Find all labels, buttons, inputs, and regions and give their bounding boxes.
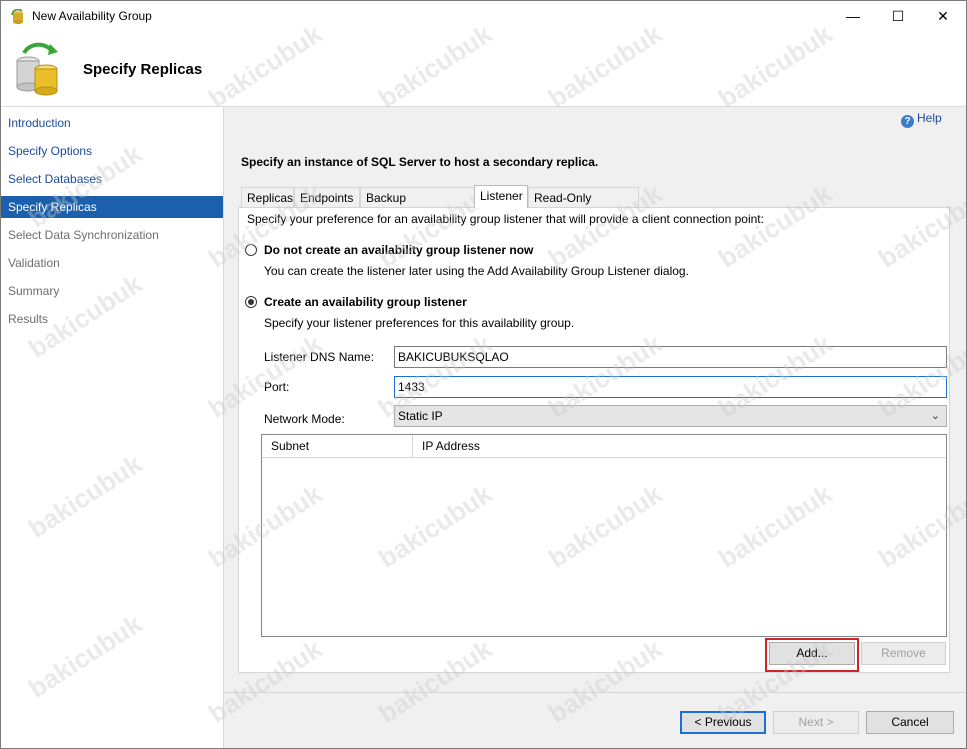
remove-button[interactable]: Remove xyxy=(861,642,946,665)
tab-read-only-routing[interactable]: Read-Only Routing xyxy=(528,187,639,225)
radio-no-listener-hint: You can create the listener later using … xyxy=(264,264,689,278)
column-subnet[interactable]: Subnet xyxy=(262,435,412,457)
listener-description: Specify your preference for an availabil… xyxy=(247,212,764,226)
tab-replicas[interactable]: Replicas xyxy=(241,187,294,207)
cancel-button[interactable]: Cancel xyxy=(866,711,954,734)
grid-header: Subnet IP Address xyxy=(262,435,946,458)
tab-listener[interactable]: Listener xyxy=(474,185,528,208)
dns-name-label: Listener DNS Name: xyxy=(264,350,375,364)
port-input[interactable]: 1433 xyxy=(394,376,947,398)
database-sync-icon xyxy=(16,42,58,96)
next-button[interactable]: Next > xyxy=(773,711,859,734)
radio-create-listener-label[interactable]: Create an availability group listener xyxy=(264,295,467,309)
page-title: Specify Replicas xyxy=(83,61,203,78)
column-ip-address[interactable]: IP Address xyxy=(413,435,713,457)
dns-name-input[interactable]: BAKICUBUKSQLAO xyxy=(394,346,947,368)
chevron-down-icon: ⌄ xyxy=(930,410,940,422)
footer-divider xyxy=(224,692,966,693)
nav-item-introduction[interactable]: Introduction xyxy=(1,112,223,134)
title-bar: New Availability Group — ☐ ✕ xyxy=(1,1,966,31)
radio-no-listener[interactable] xyxy=(245,244,257,256)
help-link[interactable]: ? Help xyxy=(901,111,942,128)
port-label: Port: xyxy=(264,380,290,394)
radio-selected-dot xyxy=(248,299,254,305)
help-label: Help xyxy=(917,111,942,125)
tab-endpoints[interactable]: Endpoints xyxy=(294,187,360,207)
nav-item-summary: Summary xyxy=(8,284,60,298)
nav-item-results: Results xyxy=(8,312,49,326)
network-mode-value: Static IP xyxy=(398,409,443,423)
close-button[interactable]: ✕ xyxy=(920,1,966,31)
radio-create-listener-hint: Specify your listener preferences for th… xyxy=(264,316,575,330)
nav-item-specify-replicas[interactable]: Specify Replicas xyxy=(1,196,223,218)
nav-item-select-data-synchronization: Select Data Synchronization xyxy=(8,228,159,242)
tab-backup-preferences[interactable]: Backup Preferences xyxy=(360,187,475,225)
window-title: New Availability Group xyxy=(32,9,152,23)
minimize-button[interactable]: — xyxy=(830,1,876,31)
nav-item-select-databases[interactable]: Select Databases xyxy=(1,168,223,190)
nav-item-validation: Validation xyxy=(8,256,60,270)
help-icon: ? xyxy=(901,115,914,128)
radio-create-listener[interactable] xyxy=(245,296,257,308)
ip-address-grid[interactable]: Subnet IP Address xyxy=(261,434,947,637)
previous-button[interactable]: < Previous xyxy=(680,711,766,734)
radio-no-listener-label[interactable]: Do not create an availability group list… xyxy=(264,243,533,257)
maximize-button[interactable]: ☐ xyxy=(875,1,921,31)
wizard-header: Specify Replicas xyxy=(1,31,966,106)
add-button[interactable]: Add... xyxy=(769,642,855,665)
availability-group-app-icon xyxy=(11,9,23,24)
wizard-steps-sidebar: Introduction Specify Options Select Data… xyxy=(1,107,224,748)
network-mode-select[interactable]: Static IP ⌄ xyxy=(394,405,947,427)
nav-item-specify-options[interactable]: Specify Options xyxy=(1,140,223,162)
instruction-text: Specify an instance of SQL Server to hos… xyxy=(241,155,599,169)
network-mode-label: Network Mode: xyxy=(264,412,345,426)
wizard-window: New Availability Group — ☐ ✕ Specify Rep… xyxy=(0,0,967,749)
